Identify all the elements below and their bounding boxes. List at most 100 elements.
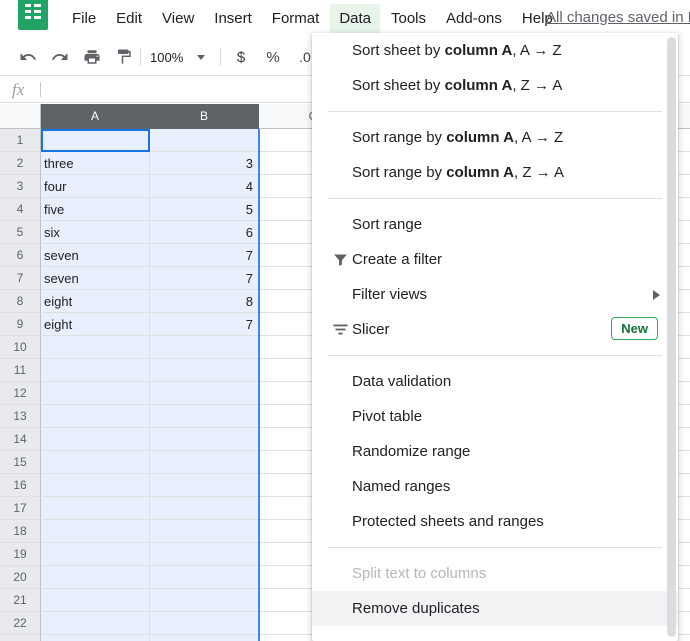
cell-A13[interactable]: [41, 405, 150, 428]
cell-B21[interactable]: [150, 589, 259, 612]
cell-B18[interactable]: [150, 520, 259, 543]
menu-item-data-validation[interactable]: Data validation: [312, 364, 678, 399]
cell-B4[interactable]: 5: [150, 198, 259, 221]
row-header-9[interactable]: 9: [0, 313, 41, 336]
menu-tools[interactable]: Tools: [382, 4, 435, 34]
menu-item-slicer[interactable]: Slicer New: [312, 312, 678, 347]
row-header-20[interactable]: 20: [0, 566, 41, 589]
menu-view[interactable]: View: [153, 4, 203, 34]
menu-item-protected-sheets-and-ranges[interactable]: Protected sheets and ranges: [312, 504, 678, 539]
cell-B20[interactable]: [150, 566, 259, 589]
redo-icon[interactable]: [48, 45, 72, 69]
cell-B6[interactable]: 7: [150, 244, 259, 267]
cell-B7[interactable]: 7: [150, 267, 259, 290]
cell-B10[interactable]: [150, 336, 259, 359]
cell-B11[interactable]: [150, 359, 259, 382]
cell-A5[interactable]: six: [41, 221, 150, 244]
menu-file[interactable]: File: [63, 4, 105, 34]
menu-item-create-a-filter[interactable]: Create a filter: [312, 242, 678, 277]
menu-item-filter-views[interactable]: Filter views: [312, 277, 678, 312]
menu-item-randomize-range[interactable]: Randomize range: [312, 434, 678, 469]
cell-A16[interactable]: [41, 474, 150, 497]
cell-A8[interactable]: eight: [41, 290, 150, 313]
row-header-17[interactable]: 17: [0, 497, 41, 520]
select-all-corner[interactable]: [0, 104, 41, 129]
percent-format-button[interactable]: %: [262, 45, 284, 69]
cell-B9[interactable]: 7: [150, 313, 259, 336]
cell-A22[interactable]: [41, 612, 150, 635]
row-header-11[interactable]: 11: [0, 359, 41, 382]
cell-B2[interactable]: 3: [150, 152, 259, 175]
currency-format-button[interactable]: $: [230, 45, 252, 69]
cell-A2[interactable]: three: [41, 152, 150, 175]
cell-A9[interactable]: eight: [41, 313, 150, 336]
cell-B23[interactable]: [150, 635, 259, 641]
cell-B22[interactable]: [150, 612, 259, 635]
cell-B13[interactable]: [150, 405, 259, 428]
column-header-b[interactable]: B: [150, 104, 259, 129]
cell-A4[interactable]: five: [41, 198, 150, 221]
paint-format-icon[interactable]: [112, 45, 136, 69]
menu-insert[interactable]: Insert: [205, 4, 261, 34]
cell-A18[interactable]: [41, 520, 150, 543]
cell-A10[interactable]: [41, 336, 150, 359]
cell-B1[interactable]: [150, 129, 259, 152]
row-header-14[interactable]: 14: [0, 428, 41, 451]
cell-B8[interactable]: 8: [150, 290, 259, 313]
cell-B14[interactable]: [150, 428, 259, 451]
row-header-23[interactable]: 23: [0, 635, 41, 641]
menu-edit[interactable]: Edit: [107, 4, 151, 34]
row-header-7[interactable]: 7: [0, 267, 41, 290]
row-header-1[interactable]: 1: [0, 129, 41, 152]
row-header-16[interactable]: 16: [0, 474, 41, 497]
row-header-2[interactable]: 2: [0, 152, 41, 175]
zoom-selector[interactable]: 100%: [150, 46, 206, 68]
cell-B12[interactable]: [150, 382, 259, 405]
cell-B19[interactable]: [150, 543, 259, 566]
cell-A17[interactable]: [41, 497, 150, 520]
cell-B16[interactable]: [150, 474, 259, 497]
cell-B5[interactable]: 6: [150, 221, 259, 244]
cell-A6[interactable]: seven: [41, 244, 150, 267]
menu-item-sort-range-za[interactable]: Sort range by column A, Z → A: [312, 155, 678, 190]
menu-data[interactable]: Data: [330, 4, 380, 34]
row-header-12[interactable]: 12: [0, 382, 41, 405]
row-header-5[interactable]: 5: [0, 221, 41, 244]
cell-A23[interactable]: [41, 635, 150, 641]
row-header-22[interactable]: 22: [0, 612, 41, 635]
menu-item-sort-sheet-za[interactable]: Sort sheet by column A, Z → A: [312, 68, 678, 103]
row-header-21[interactable]: 21: [0, 589, 41, 612]
cell-B3[interactable]: 4: [150, 175, 259, 198]
row-header-3[interactable]: 3: [0, 175, 41, 198]
cell-A15[interactable]: [41, 451, 150, 474]
undo-icon[interactable]: [16, 45, 40, 69]
menu-scrollbar[interactable]: [667, 37, 676, 637]
row-header-13[interactable]: 13: [0, 405, 41, 428]
menu-item-named-ranges[interactable]: Named ranges: [312, 469, 678, 504]
row-header-6[interactable]: 6: [0, 244, 41, 267]
cell-A3[interactable]: four: [41, 175, 150, 198]
row-header-10[interactable]: 10: [0, 336, 41, 359]
menu-item-sort-range[interactable]: Sort range: [312, 207, 678, 242]
cell-A1[interactable]: [41, 129, 150, 152]
menu-item-pivot-table[interactable]: Pivot table: [312, 399, 678, 434]
menu-item-remove-duplicates[interactable]: Remove duplicates: [312, 591, 678, 626]
cell-A20[interactable]: [41, 566, 150, 589]
print-icon[interactable]: [80, 45, 104, 69]
cell-B17[interactable]: [150, 497, 259, 520]
cell-A14[interactable]: [41, 428, 150, 451]
menu-item-sort-sheet-az[interactable]: Sort sheet by column A, A → Z: [312, 33, 678, 68]
cell-A12[interactable]: [41, 382, 150, 405]
cell-A7[interactable]: seven: [41, 267, 150, 290]
cell-A21[interactable]: [41, 589, 150, 612]
menu-format[interactable]: Format: [263, 4, 329, 34]
row-header-15[interactable]: 15: [0, 451, 41, 474]
row-header-8[interactable]: 8: [0, 290, 41, 313]
row-header-4[interactable]: 4: [0, 198, 41, 221]
menu-item-sort-range-az[interactable]: Sort range by column A, A → Z: [312, 120, 678, 155]
cell-A19[interactable]: [41, 543, 150, 566]
column-header-a[interactable]: A: [41, 104, 150, 129]
cell-B15[interactable]: [150, 451, 259, 474]
cell-A11[interactable]: [41, 359, 150, 382]
menu-addons[interactable]: Add-ons: [437, 4, 511, 34]
